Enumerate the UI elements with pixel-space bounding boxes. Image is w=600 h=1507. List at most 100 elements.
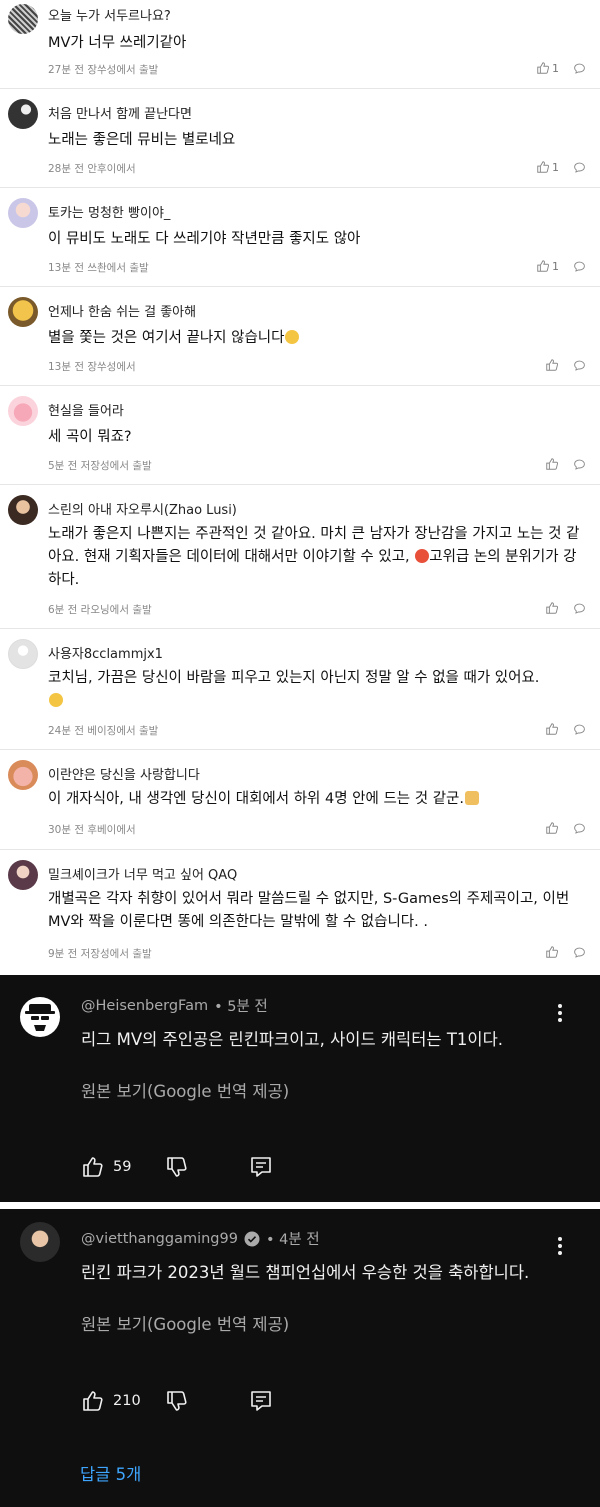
avatar[interactable] bbox=[8, 297, 38, 327]
comment-username[interactable]: 밀크셰이크가 너무 먹고 싶어 QAQ bbox=[48, 864, 237, 883]
view-replies-button[interactable]: 답글 5개 bbox=[80, 1461, 141, 1485]
weibo-comment-list: 오늘 누가 서두르나요? MV가 너무 쓰레기같아 27분 전 장쑤성에서 출발… bbox=[0, 0, 600, 976]
avatar[interactable] bbox=[8, 860, 38, 890]
avatar[interactable] bbox=[20, 1222, 60, 1262]
like-button[interactable] bbox=[545, 722, 559, 736]
comment-text: 리그 MV의 주인공은 린킨파크이고, 사이드 캐릭터는 T1이다. bbox=[81, 1030, 504, 1049]
emoji-icon bbox=[415, 549, 430, 563]
avatar[interactable] bbox=[8, 198, 38, 228]
heisenberg-avatar-icon bbox=[25, 1004, 55, 1031]
comment-meta: 24분 전 베이징에서 출발 bbox=[48, 725, 159, 737]
comment-username[interactable]: 사용자8cclammjx1 bbox=[48, 643, 163, 662]
thumbs-up-icon[interactable] bbox=[81, 1389, 105, 1413]
thumbs-up-icon bbox=[546, 946, 559, 958]
divider bbox=[0, 1202, 600, 1209]
reply-button[interactable] bbox=[573, 602, 586, 615]
reply-button[interactable] bbox=[573, 822, 586, 835]
avatar[interactable] bbox=[8, 396, 38, 426]
comment-text: 이 뮤비도 노래도 다 쓰레기야 작년만큼 좋지도 않아 bbox=[48, 231, 361, 247]
avatar[interactable] bbox=[8, 4, 38, 34]
like-button[interactable] bbox=[545, 457, 559, 471]
comment-bubble-icon bbox=[574, 360, 585, 371]
like-button[interactable] bbox=[545, 821, 559, 835]
comment-text: 린킨 파크가 2023년 월드 챔피언십에서 우승한 것을 축하합니다. bbox=[81, 1263, 530, 1282]
comment-text: 개별곡은 각자 취향이 있어서 뭐라 말씀드릴 수 없지만, S-Games의 … bbox=[48, 891, 570, 930]
reply-button[interactable] bbox=[573, 359, 586, 372]
like-button[interactable]: 1 bbox=[536, 61, 559, 75]
comment-meta: 30분 전 후베이에서 bbox=[48, 824, 136, 836]
comment-header: @HeisenbergFam • 5분 전 bbox=[81, 995, 268, 1016]
avatar[interactable] bbox=[8, 495, 38, 525]
verified-check-icon bbox=[244, 1231, 260, 1246]
avatar[interactable] bbox=[8, 99, 38, 129]
comment-username[interactable]: 스린의 아내 자오루시(Zhao Lusi) bbox=[48, 499, 237, 518]
comment-meta: 5분 전 저장성에서 출발 bbox=[48, 460, 152, 472]
comment-username[interactable]: 토카는 멍청한 빵이야_ bbox=[48, 202, 170, 221]
emoji-icon bbox=[285, 330, 300, 344]
like-count: 210 bbox=[113, 1393, 141, 1409]
comment-username[interactable]: 현실을 들어라 bbox=[48, 400, 124, 419]
comment-text: 세 곡이 뭐죠? bbox=[48, 429, 132, 445]
emoji-icon bbox=[464, 791, 479, 805]
emoji-icon bbox=[49, 693, 63, 707]
thumbs-up-icon bbox=[537, 62, 550, 74]
comment-item: 현실을 들어라 세 곡이 뭐죠? 5분 전 저장성에서 출발 bbox=[0, 386, 600, 485]
reply-button[interactable] bbox=[573, 161, 586, 174]
thumbs-up-icon bbox=[537, 161, 550, 173]
like-button[interactable]: 1 bbox=[536, 160, 559, 174]
reply-icon[interactable] bbox=[249, 1389, 273, 1413]
thumbs-up-icon bbox=[546, 359, 559, 371]
avatar[interactable] bbox=[8, 760, 38, 790]
like-button[interactable] bbox=[545, 945, 559, 959]
thumbs-up-icon bbox=[537, 260, 550, 272]
thumbs-up-icon bbox=[546, 458, 559, 470]
comment-username[interactable]: 이란얀은 당신을 사랑합니다 bbox=[48, 764, 200, 783]
comment-meta: 6분 전 라오닝에서 출발 bbox=[48, 604, 152, 616]
thumbs-up-icon bbox=[546, 602, 559, 614]
comment-bubble-icon bbox=[574, 724, 585, 735]
comment-meta: 9분 전 저장성에서 출발 bbox=[48, 948, 152, 960]
comment-item: 이란얀은 당신을 사랑합니다 이 개자식아, 내 생각엔 당신이 대회에서 하위… bbox=[0, 750, 600, 850]
reply-button[interactable] bbox=[573, 62, 586, 75]
comment-bubble-icon bbox=[574, 947, 585, 958]
thumbs-up-icon bbox=[546, 822, 559, 834]
comment-handle[interactable]: @vietthanggaming99 bbox=[81, 1231, 238, 1247]
comment-actions: 59 bbox=[81, 1155, 273, 1179]
avatar[interactable] bbox=[8, 639, 38, 669]
like-count: 59 bbox=[113, 1159, 132, 1175]
see-original-link[interactable]: 원본 보기(Google 번역 제공) bbox=[81, 1078, 289, 1102]
comment-text: 노래가 좋은지 나쁜지는 주관적인 것 같아요. 마치 큰 남자가 장난감을 가… bbox=[48, 526, 580, 588]
comment-item: 밀크셰이크가 너무 먹고 싶어 QAQ 개별곡은 각자 취향이 있어서 뭐라 말… bbox=[0, 850, 600, 976]
comment-meta: 13분 전 쓰촨에서 출발 bbox=[48, 262, 149, 274]
comment-username[interactable]: 언제나 한숨 쉬는 걸 좋아해 bbox=[48, 301, 196, 320]
like-count: 1 bbox=[552, 259, 559, 273]
reply-button[interactable] bbox=[573, 723, 586, 736]
comment-username[interactable]: 오늘 누가 서두르나요? bbox=[48, 5, 171, 24]
reply-button[interactable] bbox=[573, 260, 586, 273]
more-options-icon[interactable] bbox=[552, 1001, 568, 1025]
more-options-icon[interactable] bbox=[552, 1234, 568, 1258]
comment-time: • 4분 전 bbox=[265, 1232, 320, 1248]
thumbs-up-icon bbox=[546, 723, 559, 735]
see-original-link[interactable]: 원본 보기(Google 번역 제공) bbox=[81, 1311, 289, 1335]
comment-text: 별을 쫓는 것은 여기서 끝나지 않습니다 bbox=[48, 327, 588, 350]
comment-bubble-icon bbox=[574, 162, 585, 173]
like-button[interactable]: 1 bbox=[536, 259, 559, 273]
comment-text: MV가 너무 쓰레기같아 bbox=[48, 35, 187, 51]
reply-button[interactable] bbox=[573, 946, 586, 959]
thumbs-up-icon[interactable] bbox=[81, 1155, 105, 1179]
reply-button[interactable] bbox=[573, 458, 586, 471]
reply-icon[interactable] bbox=[249, 1155, 273, 1179]
thumbs-down-icon[interactable] bbox=[165, 1155, 189, 1179]
comment-bubble-icon bbox=[574, 261, 585, 272]
thumbs-down-icon[interactable] bbox=[165, 1389, 189, 1413]
avatar[interactable] bbox=[20, 997, 60, 1037]
comment-username[interactable]: 처음 만나서 함께 끝난다면 bbox=[48, 103, 192, 122]
comment-handle[interactable]: @HeisenbergFam bbox=[81, 998, 208, 1014]
like-button[interactable] bbox=[545, 601, 559, 615]
comment-actions: 210 bbox=[81, 1389, 273, 1413]
comment-bubble-icon bbox=[574, 603, 585, 614]
comment-text: 이 개자식아, 내 생각엔 당신이 대회에서 하위 4명 안에 드는 것 같군. bbox=[48, 788, 588, 811]
comment-header: @vietthanggaming99 • 4분 전 bbox=[81, 1228, 320, 1249]
like-button[interactable] bbox=[545, 358, 559, 372]
